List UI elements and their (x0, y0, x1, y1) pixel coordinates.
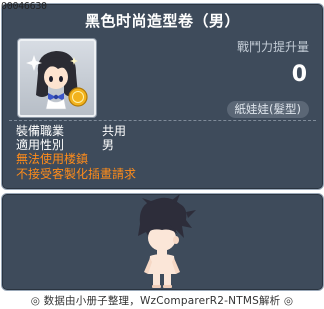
footer-credit: ◎ 数据由小册子整理，WzComparerR2-NTMS解析 ◎ (30, 295, 294, 307)
item-id: 00046630 (1, 1, 47, 12)
attribute-key: 適用性別 (16, 138, 65, 152)
attribute-row-gender: 適用性別 男 (16, 138, 114, 152)
character-preview-panel (1, 193, 324, 291)
warning-no-custom: 不接受客製化插畫請求 (16, 167, 137, 181)
item-tooltip: 黑色时尚造型卷（男） 戰鬥力提升量 0 紙娃娃(髮型) 裝備職業 共用 適用性別… (1, 3, 324, 190)
attribute-row-job: 裝備職業 共用 (16, 124, 126, 138)
warning-no-scroll: 無法使用楼鎮 (16, 152, 89, 166)
attribute-value: 男 (102, 138, 115, 152)
combat-power-label: 戰鬥力提升量 (236, 40, 309, 54)
divider (9, 120, 316, 121)
category-badge: 紙娃娃(髮型) (226, 101, 309, 118)
hairstyle-coupon-icon (26, 51, 88, 110)
item-title: 黑色时尚造型卷（男） (84, 12, 240, 30)
combat-power-value: 0 (291, 62, 307, 87)
item-tooltip-page: 黑色时尚造型卷（男） 戰鬥力提升量 0 紙娃娃(髮型) 裝備職業 共用 適用性別… (0, 0, 324, 309)
character-preview (138, 194, 196, 288)
attribute-key: 裝備職業 (16, 124, 65, 138)
item-icon-frame (17, 38, 97, 118)
attribute-value: 共用 (102, 124, 127, 138)
